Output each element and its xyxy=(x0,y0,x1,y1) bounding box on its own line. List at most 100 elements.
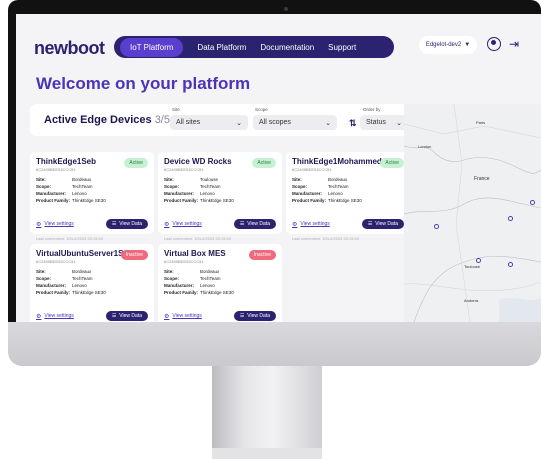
device-map[interactable]: Paris London France Toulouse Andorra xyxy=(404,104,541,322)
monitor-stand xyxy=(212,366,322,452)
map-pin-icon[interactable] xyxy=(530,200,535,205)
view-data-label: View Data xyxy=(375,221,398,227)
scope-filter-label: Scope xyxy=(255,107,268,112)
stage: newboot IoT Platform Data Platform Docum… xyxy=(0,0,541,459)
device-details: Site: Bordeaux Scope: TechTeam Manufacture… xyxy=(36,268,148,296)
view-settings-link[interactable]: ⚙ View settings xyxy=(164,313,202,320)
detail-row-site: Site: Bordeaux xyxy=(36,176,148,183)
detail-value: Lenovo xyxy=(72,191,87,196)
detail-row-site: Site: Bordeaux xyxy=(292,176,404,183)
status-badge: Inactive xyxy=(120,250,148,260)
view-data-button[interactable]: ☰ View Data xyxy=(361,219,404,229)
detail-key: Manufacturer: xyxy=(36,191,67,196)
last-connection: Last connection: 10/12/2023 20:19:43 xyxy=(292,236,359,241)
detail-key: Manufacturer: xyxy=(164,283,195,288)
device-card[interactable]: VirtualUbuntuServer1Seb 6C2409BEE03CCC51… xyxy=(30,244,154,322)
detail-key: Product Family: xyxy=(36,198,71,203)
panel-title-text: Active Edge Devices xyxy=(44,114,152,126)
detail-value: Lenovo xyxy=(328,191,343,196)
monitor-stand-base xyxy=(212,448,322,459)
detail-row-product-family: Product Family: ThinkEdge SE30 xyxy=(164,289,276,296)
sort-icon[interactable]: ⇅ xyxy=(349,118,357,129)
camera-dot xyxy=(284,7,288,11)
detail-row-product-family: Product Family: ThinkEdge SE30 xyxy=(36,289,148,296)
detail-value: TechTeam xyxy=(328,184,349,189)
map-pin-icon[interactable] xyxy=(434,224,439,229)
detail-value: TechTeam xyxy=(72,276,93,281)
device-details: Site: Toulouse Scope: TechTeam Manufacture… xyxy=(164,176,276,204)
view-data-label: View Data xyxy=(247,313,270,319)
view-settings-link[interactable]: ⚙ View settings xyxy=(36,313,74,320)
order-filter-select[interactable]: Status ⌄ xyxy=(360,115,408,130)
detail-value: Bordeaux xyxy=(72,177,92,182)
gear-icon: ⚙ xyxy=(36,221,42,228)
detail-row-product-family: Product Family: ThinkEdge SE30 xyxy=(164,197,276,204)
view-settings-label: View settings xyxy=(172,221,202,227)
device-details: Site: Bordeaux Scope: TechTeam Manufacture… xyxy=(164,268,276,296)
order-filter-value: Status xyxy=(366,119,386,126)
view-data-button[interactable]: ☰ View Data xyxy=(233,311,276,321)
nav-documentation[interactable]: Documentation xyxy=(260,43,314,52)
site-filter-select[interactable]: All sites ⌄ xyxy=(170,115,248,130)
nav-support[interactable]: Support xyxy=(328,43,356,52)
device-details: Site: Bordeaux Scope: TechTeam Manufacture… xyxy=(292,176,404,204)
view-settings-label: View settings xyxy=(44,221,74,227)
device-card[interactable]: Device WD Rocks 6C2409BEE03CCC51 Active … xyxy=(158,152,282,234)
detail-value: ThinkEdge SE30 xyxy=(72,290,106,295)
view-settings-link[interactable]: ⚙ View settings xyxy=(164,221,202,228)
detail-value: ThinkEdge SE30 xyxy=(200,290,234,295)
last-connection: Last connection: 10/12/2023 20:19:43 xyxy=(164,236,231,241)
nav-data-platform[interactable]: Data Platform xyxy=(197,43,246,52)
device-card[interactable]: Virtual Box MES 6C2409BEE03CCC51 Inactiv… xyxy=(158,244,282,322)
detail-row-manufacturer: Manufacturer: Lenovo xyxy=(164,190,276,197)
scope-filter-select[interactable]: All scopes ⌄ xyxy=(253,115,337,130)
map-pin-icon[interactable] xyxy=(508,216,513,221)
map-label-toulouse: Toulouse xyxy=(464,264,481,269)
device-count: 3/5 xyxy=(154,114,170,126)
view-data-button[interactable]: ☰ View Data xyxy=(105,219,148,229)
site-filter-label: Site xyxy=(172,107,180,112)
list-icon: ☰ xyxy=(239,221,245,227)
detail-row-site: Site: Toulouse xyxy=(164,176,276,183)
gear-icon: ⚙ xyxy=(164,313,170,320)
detail-row-scope: Scope: TechTeam xyxy=(164,183,276,190)
gear-icon: ⚙ xyxy=(36,313,42,320)
detail-row-scope: Scope: TechTeam xyxy=(292,183,404,190)
view-settings-link[interactable]: ⚙ View settings xyxy=(292,221,330,228)
view-settings-label: View settings xyxy=(44,313,74,319)
map-label-andorra: Andorra xyxy=(464,298,479,303)
list-icon: ☰ xyxy=(367,221,373,227)
detail-value: Lenovo xyxy=(200,283,215,288)
detail-value: Lenovo xyxy=(72,283,87,288)
map-pin-icon[interactable] xyxy=(476,258,481,263)
map-label-paris: Paris xyxy=(476,120,486,125)
view-data-button[interactable]: ☰ View Data xyxy=(105,311,148,321)
gear-icon: ⚙ xyxy=(292,221,298,228)
list-icon: ☰ xyxy=(111,221,117,227)
list-icon: ☰ xyxy=(111,313,117,319)
map-label-london: London xyxy=(418,144,432,149)
device-card[interactable]: ThinkEdge1Seb 6C2409BEE03CCC51 Active Si… xyxy=(30,152,154,234)
detail-key: Scope: xyxy=(36,184,52,189)
detail-key: Site: xyxy=(36,177,46,182)
detail-row-product-family: Product Family: ThinkEdge SE30 xyxy=(36,197,148,204)
detail-row-manufacturer: Manufacturer: Lenovo xyxy=(36,282,148,289)
user-icon[interactable] xyxy=(487,37,501,51)
detail-key: Site: xyxy=(164,177,174,182)
chevron-down-icon: ⌄ xyxy=(325,119,331,127)
device-card[interactable]: ThinkEdge1Mohammed 6C2409BEE03CCC51 Acti… xyxy=(286,152,410,234)
view-settings-link[interactable]: ⚙ View settings xyxy=(36,221,74,228)
detail-row-scope: Scope: TechTeam xyxy=(36,275,148,282)
detail-row-scope: Scope: TechTeam xyxy=(36,183,148,190)
map-pin-icon[interactable] xyxy=(508,262,513,267)
status-badge: Active xyxy=(252,158,276,168)
status-badge: Active xyxy=(380,158,404,168)
view-data-button[interactable]: ☰ View Data xyxy=(233,219,276,229)
environment-select[interactable]: Edgelot-dev2 ▼ xyxy=(419,36,477,54)
view-settings-label: View settings xyxy=(300,221,330,227)
detail-row-site: Site: Bordeaux xyxy=(36,268,148,275)
detail-value: TechTeam xyxy=(200,184,221,189)
nav-iot-platform[interactable]: IoT Platform xyxy=(120,37,184,57)
logout-icon[interactable]: ⇥ xyxy=(509,37,519,51)
detail-value: TechTeam xyxy=(72,184,93,189)
